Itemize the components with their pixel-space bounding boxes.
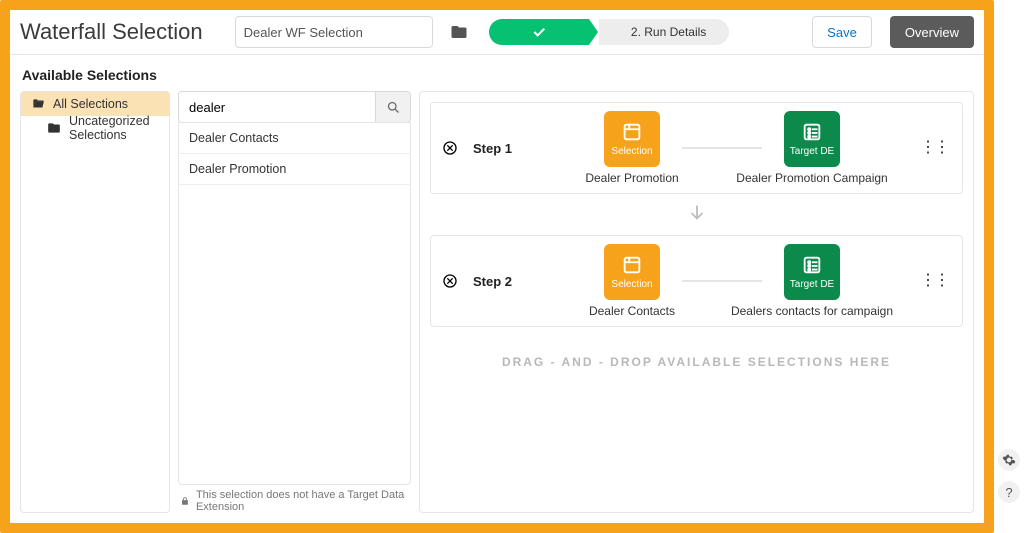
remove-step-button[interactable] xyxy=(441,139,459,157)
overview-button[interactable]: Overview xyxy=(890,16,974,48)
help-button[interactable]: ? xyxy=(998,481,1020,503)
target-node[interactable]: Target DE Dealer Promotion Campaign xyxy=(722,111,902,185)
folder-tree: All Selections Uncategorized Selections xyxy=(20,91,170,513)
page-title: Waterfall Selection xyxy=(20,19,203,45)
header: Waterfall Selection Dealer WF Selection … xyxy=(10,10,984,55)
search-input[interactable] xyxy=(179,92,375,122)
search-button[interactable] xyxy=(375,92,410,122)
list-item[interactable]: Dealer Contacts xyxy=(179,123,410,154)
check-icon xyxy=(531,24,547,40)
node-label: Dealer Promotion Campaign xyxy=(736,171,887,185)
arrow-down-icon xyxy=(686,202,708,227)
remove-step-button[interactable] xyxy=(441,272,459,290)
list-item[interactable]: Dealer Promotion xyxy=(179,154,410,185)
node-label: Dealer Promotion xyxy=(585,171,678,185)
node-label: Dealer Contacts xyxy=(589,304,675,318)
target-node[interactable]: Target DE Dealers contacts for campaign xyxy=(722,244,902,318)
tile-caption: Selection xyxy=(611,146,652,157)
wizard-step-2[interactable]: 2. Run Details xyxy=(599,19,729,45)
step-card: Step 2 Selection Dealer Contacts xyxy=(430,235,963,327)
tree-label: Uncategorized Selections xyxy=(69,114,159,142)
save-button[interactable]: Save xyxy=(812,16,872,48)
wizard-step-1-complete[interactable] xyxy=(489,19,589,45)
close-circle-icon xyxy=(442,140,458,156)
search-field xyxy=(178,91,411,123)
close-circle-icon xyxy=(442,273,458,289)
help-icon: ? xyxy=(1005,485,1012,500)
tile-caption: Target DE xyxy=(790,146,834,157)
drag-handle-icon[interactable]: ⋮⋮ xyxy=(916,277,952,285)
tree-uncategorized[interactable]: Uncategorized Selections xyxy=(21,116,169,140)
footer-hint: This selection does not have a Target Da… xyxy=(178,485,411,513)
tree-all-selections[interactable]: All Selections xyxy=(21,92,169,116)
step-card: Step 1 Selection Dealer Promotion xyxy=(430,102,963,194)
drag-handle-icon[interactable]: ⋮⋮ xyxy=(916,144,952,152)
selection-icon xyxy=(621,121,643,143)
section-title: Available Selections xyxy=(22,67,974,83)
node-label: Dealers contacts for campaign xyxy=(731,304,893,318)
folder-icon xyxy=(47,121,61,135)
selection-list: Dealer Contacts Dealer Promotion xyxy=(178,122,411,485)
search-icon xyxy=(386,100,401,115)
target-de-icon xyxy=(801,254,823,276)
tile-caption: Target DE xyxy=(790,279,834,290)
drop-zone-hint[interactable]: DRAG - AND - DROP AVAILABLE SELECTIONS H… xyxy=(430,355,963,369)
steps-canvas: Step 1 Selection Dealer Promotion xyxy=(419,91,974,513)
folder-open-icon xyxy=(31,97,45,111)
gear-icon xyxy=(1002,453,1016,467)
selection-icon xyxy=(621,254,643,276)
folder-icon[interactable] xyxy=(449,22,469,42)
step-label: Step 2 xyxy=(473,274,528,289)
selection-name-input[interactable]: Dealer WF Selection xyxy=(235,16,433,48)
target-de-icon xyxy=(801,121,823,143)
tree-label: All Selections xyxy=(53,97,128,111)
tile-caption: Selection xyxy=(611,279,652,290)
settings-button[interactable] xyxy=(998,449,1020,471)
lock-icon xyxy=(180,495,190,507)
wizard-stepper: 2. Run Details xyxy=(489,19,729,45)
step-label: Step 1 xyxy=(473,141,528,156)
